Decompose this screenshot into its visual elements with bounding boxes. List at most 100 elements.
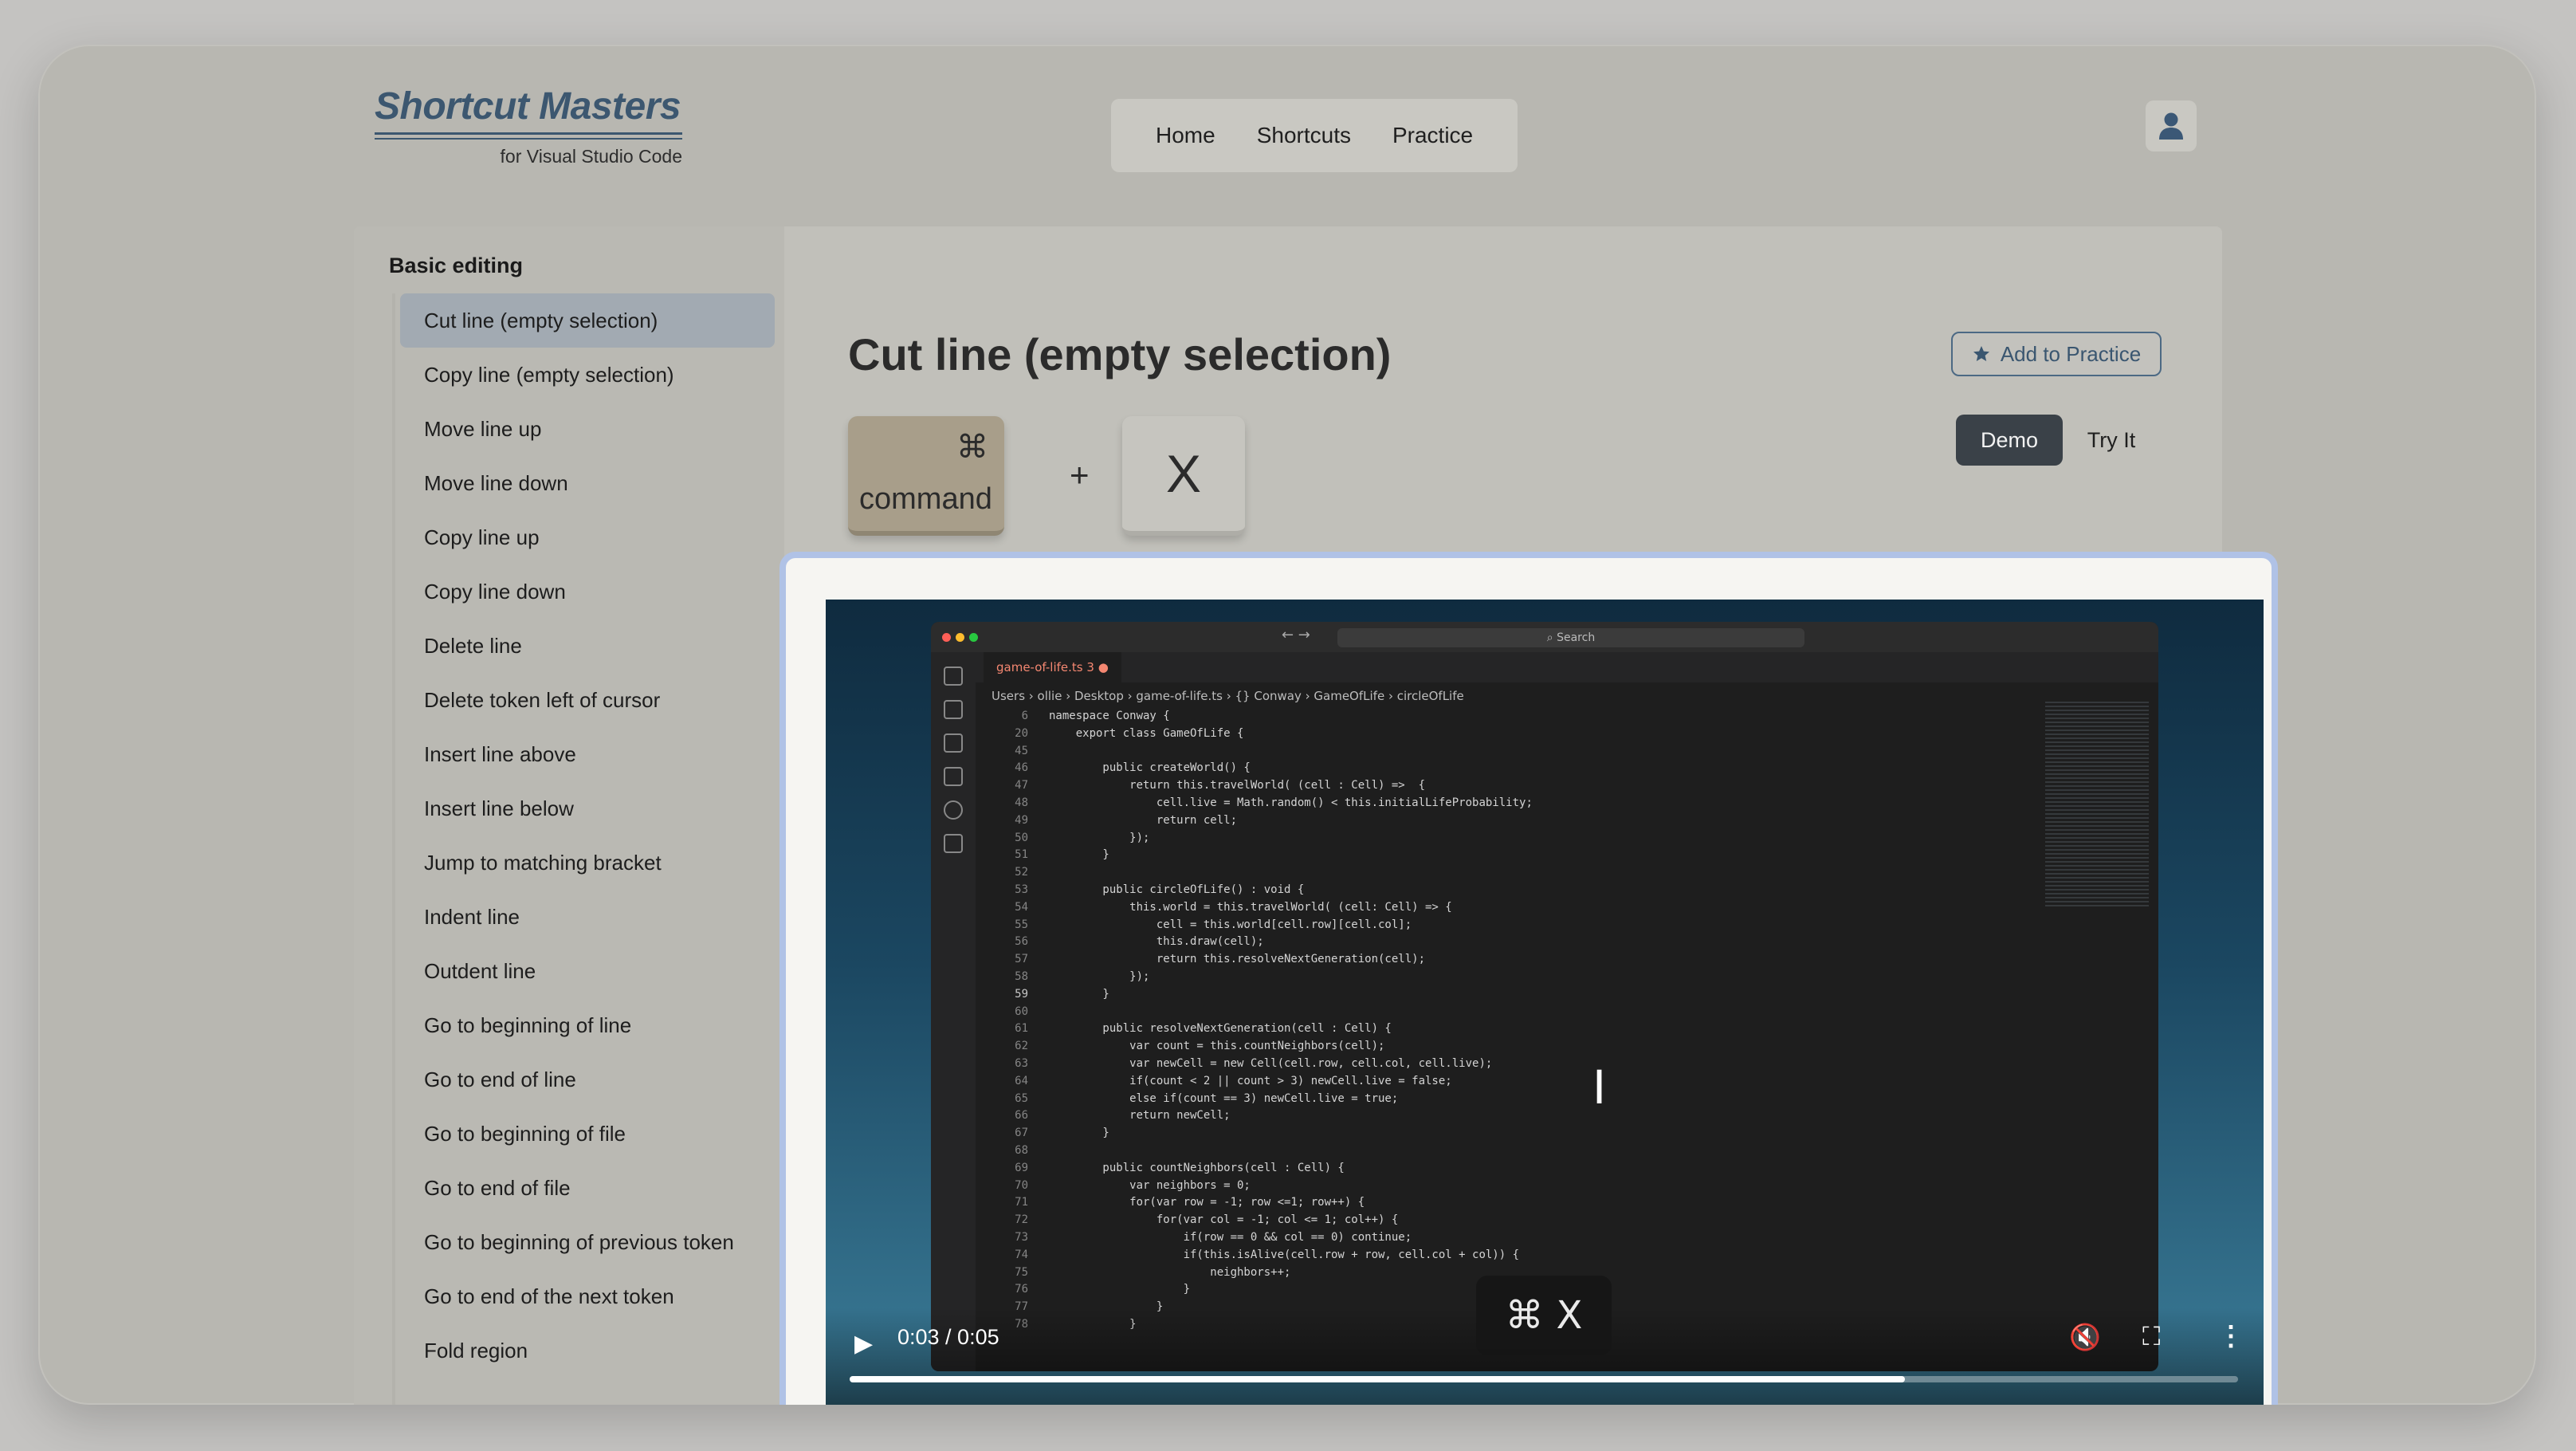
code-text: public resolveNextGeneration(cell : Cell… [1049,1022,1392,1036]
overlay-key: X [1556,1293,1583,1338]
sidebar-item[interactable]: Insert line above [400,727,775,781]
code-text: export class GameOfLife { [1049,726,1244,740]
line-number: 63 [1015,1056,1028,1070]
nav-home[interactable]: Home [1135,123,1236,148]
code-text: namespace Conway { [1049,710,1170,722]
sidebar-item[interactable]: Delete line [400,619,775,673]
sidebar-item[interactable]: Go to beginning of file [400,1107,775,1161]
sidebar-item[interactable]: Outdent line [400,944,775,998]
nav-shortcuts[interactable]: Shortcuts [1236,123,1372,148]
code-line: 47 return this.travelWorld( (cell : Cell… [976,777,2063,795]
top-nav: Home Shortcuts Practice [1111,99,1518,172]
try-it-tab[interactable]: Try It [2063,415,2160,466]
more-options-icon[interactable]: ⋮ [2217,1320,2244,1352]
logo-underline [375,132,682,135]
line-number: 68 [1015,1143,1028,1157]
sidebar-item[interactable]: Copy line up [400,510,775,564]
sidebar-item[interactable]: Copy line down [400,564,775,619]
user-icon [2159,112,2183,140]
nav-arrows-icon: ← → [1282,627,1310,643]
mute-icon[interactable]: 🔇 [2069,1322,2101,1352]
logo-title: Shortcut Masters [375,85,681,128]
vscode-search-box: ⌕ Search [1337,628,1804,647]
code-line: 73 if(row == 0 && col == 0) continue; [976,1229,2063,1247]
code-text: }); [1049,831,1150,844]
add-to-practice-button[interactable]: Add to Practice [1951,332,2162,376]
sidebar-item[interactable]: Move line up [400,402,775,456]
video-progress-bar[interactable] [850,1376,2238,1382]
code-text: cell = this.world[cell.row][cell.col]; [1049,918,1412,931]
demo-tab[interactable]: Demo [1956,415,2063,466]
line-number: 51 [1015,848,1028,862]
user-account-button[interactable] [2146,100,2197,151]
text-cursor-icon: I [1592,1060,1607,1115]
code-line: 48 cell.live = Math.random() < this.init… [976,795,2063,812]
play-icon[interactable]: ▶ [854,1330,873,1358]
line-number: 48 [1015,796,1028,809]
code-line: 53 public circleOfLife() : void { [976,882,2063,899]
sidebar-item[interactable]: Indent line [400,890,775,944]
code-text: return this.travelWorld( (cell : Cell) =… [1049,779,1426,792]
code-text: } [1049,848,1109,862]
vscode-window-screenshot: ← → ⌕ Search game-of-life.ts 3 ● Users ›… [931,622,2158,1371]
minimap [2045,702,2149,909]
sidebar-item[interactable]: Fold region [400,1323,775,1378]
line-number: 71 [1015,1196,1028,1209]
vscode-tab: game-of-life.ts 3 ● [984,652,1121,682]
code-text: } [1049,987,1109,1001]
code-line: 46 public createWorld() { [976,760,2063,777]
code-text: for(var col = -1; col <= 1; col++) { [1049,1213,1399,1227]
vscode-titlebar: ← → ⌕ Search [931,622,2158,652]
code-text: public countNeighbors(cell : Cell) { [1049,1161,1345,1174]
code-line: 61 public resolveNextGeneration(cell : C… [976,1020,2063,1038]
code-line: 59 } [976,986,2063,1004]
sidebar-item[interactable]: Cut line (empty selection) [400,293,775,348]
sidebar-list: Cut line (empty selection) Copy line (emp… [400,293,775,1378]
sidebar-item[interactable]: Insert line below [400,781,775,836]
line-number: 75 [1015,1265,1028,1279]
line-number: 53 [1015,883,1028,896]
logo-subtitle: for Visual Studio Code [500,146,682,167]
star-icon [1973,346,1989,361]
line-number: 76 [1015,1283,1028,1296]
sidebar-item[interactable]: Go to end of line [400,1052,775,1107]
code-text: } [1049,1283,1191,1296]
code-text: } [1049,1127,1109,1140]
line-number: 20 [1015,726,1028,740]
code-text: neighbors++; [1049,1265,1291,1279]
code-text: if(this.isAlive(cell.row + row, cell.col… [1049,1248,1520,1261]
code-line: 54 this.world = this.travelWorld( (cell:… [976,899,2063,917]
chat-icon [944,834,963,853]
sidebar-item[interactable]: Move line down [400,456,775,510]
code-line: 74 if(this.isAlive(cell.row + row, cell.… [976,1247,2063,1264]
code-line: 60 [976,1004,2063,1021]
line-number: 58 [1015,969,1028,983]
sidebar-item[interactable]: Go to beginning of line [400,998,775,1052]
code-text: for(var row = -1; row <=1; row++) { [1049,1196,1365,1209]
code-editor: 6 namespace Conway {20 export class GameO… [976,708,2063,1334]
sidebar-item[interactable]: Delete token left of cursor [400,673,775,727]
code-text: else if(count == 3) newCell.live = true; [1049,1091,1399,1105]
code-text: cell.live = Math.random() < this.initial… [1049,796,1533,809]
code-line: 67 } [976,1125,2063,1142]
line-number: 61 [1015,1022,1028,1036]
line-number: 62 [1015,1040,1028,1053]
line-number: 59 [1015,987,1028,1001]
line-number: 56 [1015,935,1028,949]
sidebar-item[interactable]: Go to beginning of previous token [400,1215,775,1269]
code-line: 68 [976,1142,2063,1160]
sidebar-item[interactable]: Jump to matching bracket [400,836,775,890]
fullscreen-icon[interactable]: ⛶ [2142,1322,2160,1352]
code-line: 50 }); [976,830,2063,847]
video-player[interactable]: ← → ⌕ Search game-of-life.ts 3 ● Users ›… [826,600,2264,1405]
sidebar-heading: Basic editing [389,254,524,277]
sidebar-item[interactable]: Copy line (empty selection) [400,348,775,402]
sidebar-item[interactable]: Go to end of the next token [400,1269,775,1323]
nav-practice[interactable]: Practice [1372,123,1494,148]
logo[interactable]: Shortcut Masters for Visual Studio Code [375,83,682,167]
code-line: 6 namespace Conway { [976,708,2063,726]
code-text: this.draw(cell); [1049,935,1264,949]
sidebar-item[interactable]: Go to end of file [400,1161,775,1215]
line-number: 72 [1015,1213,1028,1227]
code-line: 69 public countNeighbors(cell : Cell) { [976,1160,2063,1178]
